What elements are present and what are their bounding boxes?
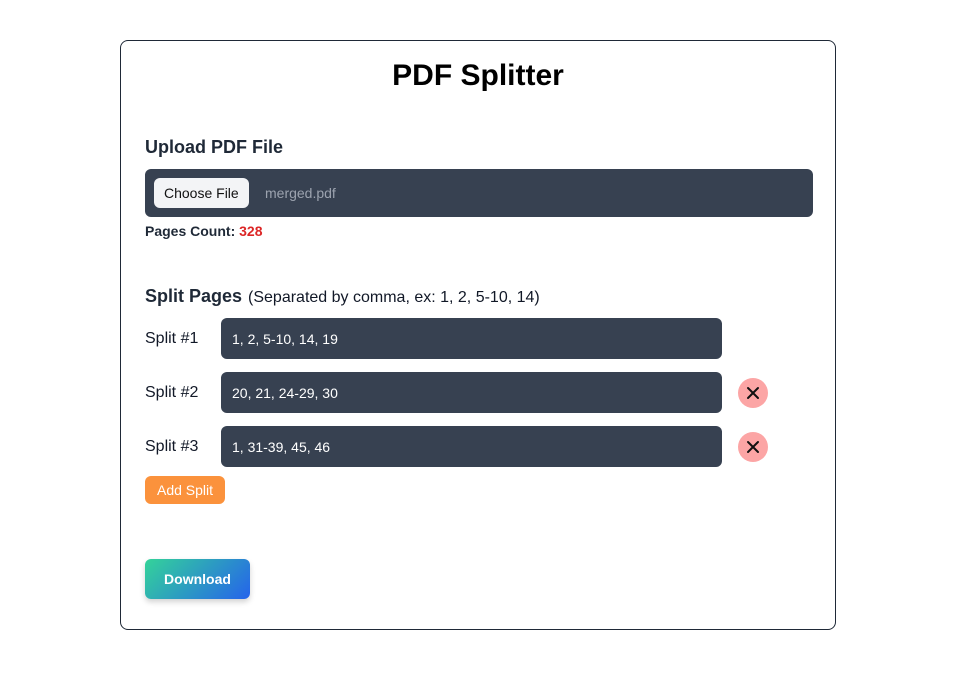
pages-count: Pages Count: 328 xyxy=(145,223,262,239)
pages-count-value: 328 xyxy=(239,223,263,239)
file-input[interactable]: Choose File merged.pdf xyxy=(145,169,813,217)
add-split-button[interactable]: Add Split xyxy=(145,476,226,504)
split-pages-heading: Split Pages (Separated by comma, ex: 1, 2… xyxy=(145,286,540,307)
split-row-2: Split #2 xyxy=(145,372,805,414)
split-row-1: Split #1 xyxy=(145,318,805,360)
split-label: Split #1 xyxy=(145,330,199,347)
split-label: Split #3 xyxy=(145,438,199,455)
page-title: PDF Splitter xyxy=(392,59,564,92)
split-label: Split #2 xyxy=(145,384,199,401)
split-input[interactable] xyxy=(221,372,722,413)
choose-file-button[interactable]: Choose File xyxy=(154,178,249,208)
selected-file-name: merged.pdf xyxy=(265,185,336,201)
pages-count-label: Pages Count: xyxy=(145,223,236,239)
upload-label: Upload PDF File xyxy=(145,137,284,157)
download-button[interactable]: Download xyxy=(145,559,250,599)
remove-split-button[interactable] xyxy=(738,432,768,462)
split-input[interactable] xyxy=(221,426,722,467)
split-input[interactable] xyxy=(221,318,722,359)
split-pages-hint: (Separated by comma, ex: 1, 2, 5-10, 14) xyxy=(248,289,540,306)
close-icon xyxy=(747,441,759,453)
pdf-splitter-card: PDF Splitter Upload PDF File Choose File… xyxy=(120,40,836,630)
split-pages-title: Split Pages xyxy=(145,286,243,306)
split-row-3: Split #3 xyxy=(145,426,805,468)
close-icon xyxy=(747,387,759,399)
remove-split-button[interactable] xyxy=(738,378,768,408)
